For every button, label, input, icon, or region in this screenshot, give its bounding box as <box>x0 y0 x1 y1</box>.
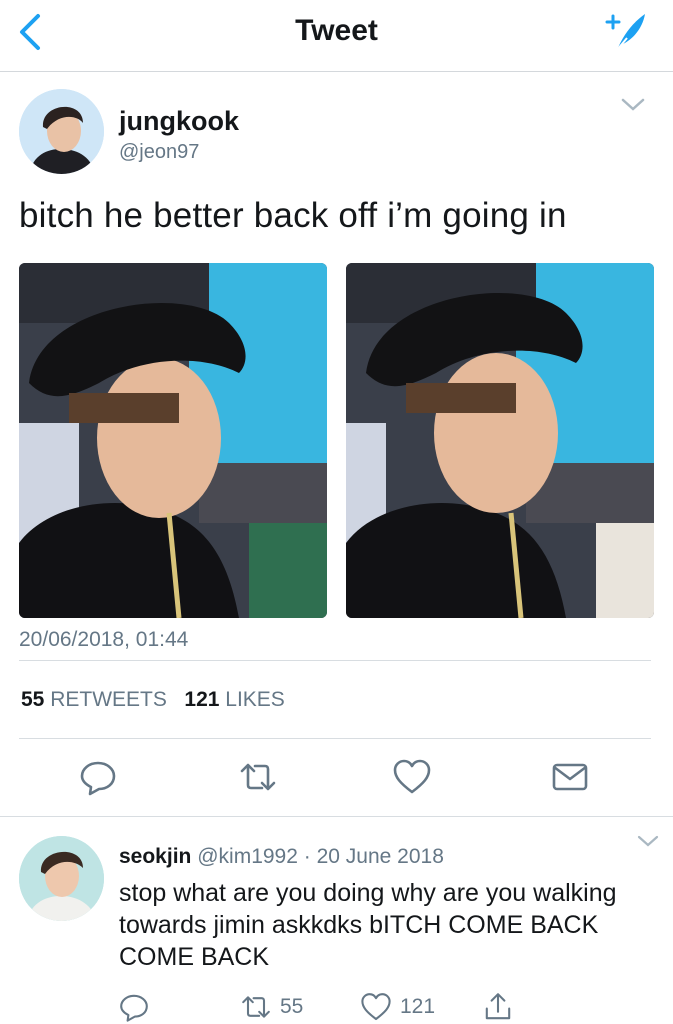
avatar[interactable] <box>19 836 104 921</box>
page-title: Tweet <box>295 14 378 47</box>
reply-header: seokjin @kim1992 · 20 June 2018 <box>119 845 444 869</box>
divider <box>19 738 651 739</box>
reply-retweet-count: 55 <box>280 995 304 1018</box>
reply-date[interactable]: 20 June 2018 <box>317 845 444 868</box>
reply-like-button[interactable]: 121 <box>360 990 435 1024</box>
author-handle[interactable]: @jeon97 <box>119 141 199 164</box>
like-count[interactable]: 121 <box>184 688 219 711</box>
nav-header: Tweet <box>0 0 673 72</box>
avatar[interactable] <box>19 89 104 174</box>
reply-author-name[interactable]: seokjin <box>119 845 191 868</box>
chevron-down-icon[interactable] <box>621 98 645 112</box>
divider <box>0 816 673 817</box>
reply-text: stop what are you doing why are you walk… <box>119 879 617 971</box>
tweet-photo[interactable] <box>346 263 654 618</box>
tweet-text: bitch he better back off i’m going in <box>19 196 567 235</box>
reply-retweet-button[interactable]: 55 <box>240 990 303 1024</box>
share-icon <box>485 993 511 1020</box>
retweet-icon[interactable] <box>238 757 278 797</box>
retweet-count[interactable]: 55 <box>21 688 44 711</box>
reply-share-button[interactable] <box>482 990 514 1024</box>
retweet-label[interactable]: RETWEETS <box>50 688 167 711</box>
reply-icon[interactable] <box>78 757 118 797</box>
reply-icon <box>120 994 148 1022</box>
author-name[interactable]: jungkook <box>119 106 239 137</box>
tweet-photo[interactable] <box>19 263 327 618</box>
reply-like-count: 121 <box>400 995 436 1018</box>
reply-separator: · <box>303 845 311 868</box>
chevron-down-icon[interactable] <box>637 834 659 847</box>
like-label[interactable]: LIKES <box>225 688 285 711</box>
tweet-stats: 55 RETWEETS 121 LIKES <box>21 688 285 712</box>
share-mail-icon[interactable] <box>550 757 590 797</box>
compose-feather-icon[interactable] <box>605 10 649 54</box>
tweet-timestamp: 20/06/2018, 01:44 <box>19 628 189 651</box>
reply-reply-button[interactable] <box>118 990 150 1024</box>
like-icon[interactable] <box>392 757 432 797</box>
reply-author-handle[interactable]: @kim1992 <box>197 845 298 868</box>
retweet-icon <box>242 996 270 1018</box>
like-icon <box>361 993 391 1021</box>
divider <box>19 660 651 661</box>
